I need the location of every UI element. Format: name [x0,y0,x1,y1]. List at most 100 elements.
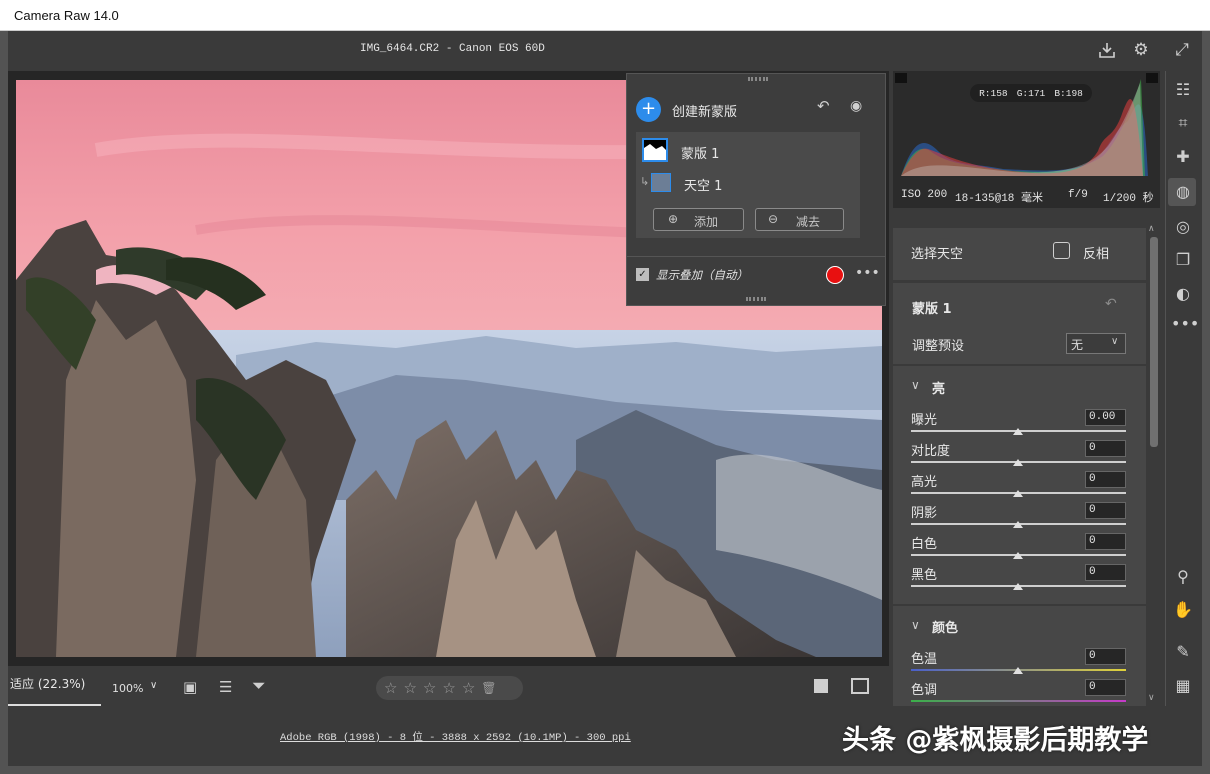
scrollbar-thumb[interactable] [1150,237,1158,447]
more-tools-icon[interactable]: ••• [1171,312,1199,336]
add-mask-icon[interactable]: + [636,97,661,122]
sort-icon[interactable]: ☰ [219,678,232,696]
mask-thumbnail[interactable] [642,138,668,162]
filmstrip-icon[interactable]: ▣ [183,678,197,696]
snapshots-icon[interactable]: ❐ [1171,248,1195,272]
subtract-icon: ⊖ [768,212,779,226]
sky-component-icon[interactable] [651,173,671,192]
chevron-down-icon[interactable]: ∨ [911,378,920,392]
reset-icon[interactable]: ↶ [817,97,830,115]
healing-icon[interactable]: ✚ [1171,145,1195,169]
chevron-down-icon: ∨ [150,680,158,691]
overlay-checkbox[interactable]: ✓ [636,268,649,281]
tint-slider[interactable] [911,700,1126,702]
highlights-thumb[interactable] [1013,490,1023,497]
reset-mask-icon[interactable]: ↶ [1105,296,1117,312]
invert-label[interactable]: 反相 [1083,243,1109,262]
rating-stars[interactable]: ☆ ☆ ☆ ☆ ☆ 🗑 [376,676,523,700]
zoom-value: 100% [112,682,144,695]
mask-name[interactable]: 蒙版 1 [681,143,719,162]
panel-grip-bottom[interactable] [746,297,766,301]
divider [626,256,886,257]
shadows-label: 阴影 [911,506,938,521]
overlay-label: 显示叠加（自动） [656,268,748,282]
zoom-fit[interactable]: 适应 (22.3%) [10,675,85,692]
whites-value[interactable]: 0 [1085,533,1126,550]
temperature-value[interactable]: 0 [1085,648,1126,665]
red-eye-icon[interactable]: ◎ [1171,215,1195,239]
blacks-value[interactable]: 0 [1085,564,1126,581]
exposure-value[interactable]: 0.00 [1085,409,1126,426]
grid-icon[interactable]: ▦ [1171,674,1195,698]
green-value: G:171 [1016,87,1046,99]
window-titlebar: Camera Raw 14.0 [0,0,1210,31]
invert-icon[interactable] [1053,242,1070,259]
panel-grip-top[interactable] [748,77,768,81]
star-icon[interactable]: ☆ [442,679,455,697]
add-icon: ⊕ [668,212,679,226]
filter-icon[interactable]: ⏷ [252,676,266,696]
more-icon[interactable]: ••• [855,265,880,281]
rgb-readout: R:158 G:171 B:198 [970,84,1092,102]
color-section-title[interactable]: 颜色 [932,617,958,636]
add-label: 添加 [694,215,719,229]
chevron-down-icon[interactable]: ∨ [911,618,920,632]
presets-icon[interactable]: ◐ [1171,282,1195,306]
fullscreen-icon[interactable]: ⤢ [1171,40,1193,62]
blacks-thumb[interactable] [1013,583,1023,590]
star-icon[interactable]: ☆ [423,679,436,697]
create-mask-label[interactable]: 创建新蒙版 [672,101,737,120]
hand-icon[interactable]: ✋ [1171,598,1195,622]
subtract-label: 减去 [796,215,821,229]
gear-icon[interactable]: ⚙ [1130,40,1152,62]
header-bar [8,31,1202,71]
contrast-label: 对比度 [911,444,951,459]
red-value: R:158 [979,87,1008,99]
eye-icon[interactable]: ◉ [850,98,862,114]
temperature-label: 色温 [911,652,938,667]
contrast-value[interactable]: 0 [1085,440,1126,457]
whites-thumb[interactable] [1013,552,1023,559]
select-sky-label: 选择天空 [911,247,964,262]
iso: ISO 200 [901,189,948,201]
highlight-clip-icon[interactable] [1146,73,1158,83]
sky-component-name[interactable]: 天空 1 [684,175,722,194]
view-single-icon[interactable] [814,679,828,693]
tint-value[interactable]: 0 [1085,679,1126,696]
file-info-link[interactable]: Adobe RGB (1998) - 8 位 - 3888 x 2592 (10… [280,729,631,744]
shadows-value[interactable]: 0 [1085,502,1126,519]
exposure-thumb[interactable] [1013,428,1023,435]
edit-sliders-icon[interactable]: ☷ [1171,78,1195,102]
masking-icon[interactable]: ◍ [1171,180,1195,204]
exif-bar: ISO 200 18-135@18 毫米 f/9 1/200 秒 [893,184,1160,208]
subtract-button[interactable]: ⊖ 减去 [755,208,844,231]
trash-icon[interactable]: 🗑 [481,681,496,695]
shadows-thumb[interactable] [1013,521,1023,528]
blue-value: B:198 [1054,87,1083,99]
zoom-icon[interactable]: ⚲ [1171,565,1195,589]
zoom-select[interactable]: 100% ∨ [104,676,166,698]
window-title: Camera Raw 14.0 [14,8,119,23]
preset-value: 无 [1071,338,1084,352]
color-sampler-icon[interactable]: ✎ [1171,640,1195,664]
star-icon[interactable]: ☆ [384,679,397,697]
shutter: 1/200 秒 [1103,193,1154,205]
preset-select[interactable]: 无 ∨ [1066,333,1126,354]
watermark: 头条 @紫枫摄影后期教学 [842,725,1149,756]
highlights-value[interactable]: 0 [1085,471,1126,488]
contrast-thumb[interactable] [1013,459,1023,466]
overlay-color-swatch[interactable] [826,266,844,284]
save-icon[interactable] [1096,40,1118,62]
temperature-thumb[interactable] [1013,667,1023,674]
crop-icon[interactable]: ⌗ [1171,111,1195,135]
blacks-label: 黑色 [911,568,938,583]
add-button[interactable]: ⊕ 添加 [653,208,744,231]
shadow-clip-icon[interactable] [895,73,907,83]
star-icon[interactable]: ☆ [403,679,416,697]
star-icon[interactable]: ☆ [462,679,475,697]
scroll-down-icon[interactable]: ∨ [1148,693,1155,703]
chevron-down-icon: ∨ [1111,336,1119,347]
compare-view-icon[interactable] [851,678,869,694]
scroll-up-icon[interactable]: ∧ [1148,224,1155,234]
light-section-title[interactable]: 亮 [932,378,945,397]
